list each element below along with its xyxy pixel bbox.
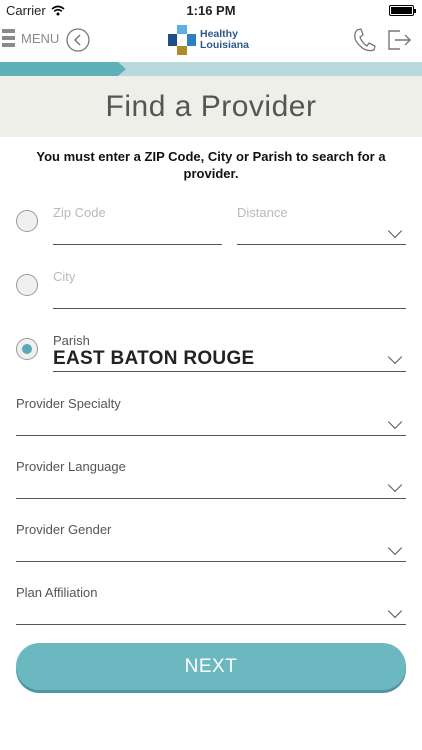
progress-bar: [0, 62, 422, 76]
provider-gender-label: Provider Gender: [16, 522, 112, 537]
zip-code-field[interactable]: Zip Code: [53, 203, 222, 245]
hamburger-icon: [2, 29, 15, 47]
chevron-down-icon: [387, 603, 403, 619]
provider-specialty-select[interactable]: Provider Specialty: [16, 393, 406, 436]
chevron-down-icon: [387, 414, 403, 430]
distance-label: Distance: [237, 205, 288, 220]
plan-affiliation-label: Plan Affiliation: [16, 585, 98, 600]
battery-icon: [389, 5, 416, 16]
provider-specialty-label: Provider Specialty: [16, 396, 121, 411]
chevron-down-icon: [387, 349, 403, 365]
logo-text: Healthy Louisiana: [200, 29, 249, 51]
menu-button[interactable]: MENU: [2, 28, 59, 48]
provider-gender-select[interactable]: Provider Gender: [16, 519, 406, 562]
zip-radio[interactable]: [16, 210, 38, 232]
top-nav: MENU Healthy Louisiana: [0, 22, 422, 60]
status-time: 1:16 PM: [186, 3, 236, 18]
menu-label: MENU: [21, 30, 60, 46]
chevron-down-icon: [387, 223, 403, 239]
parish-value: EAST BATON ROUGE: [53, 348, 255, 369]
city-radio[interactable]: [16, 274, 38, 296]
chevron-down-icon: [387, 477, 403, 493]
page-header: Find a Provider: [0, 76, 422, 137]
parish-radio[interactable]: [16, 338, 38, 360]
chevron-down-icon: [387, 540, 403, 556]
healthy-louisiana-logo: Healthy Louisiana: [168, 25, 249, 55]
status-bar: Carrier 1:16 PM: [0, 0, 422, 22]
logo-cross-icon: [168, 25, 196, 55]
city-label: City: [53, 269, 76, 284]
search-requirement-notice: You must enter a ZIP Code, City or Paris…: [36, 149, 386, 181]
progress-fill: [0, 62, 118, 76]
city-field[interactable]: City: [53, 266, 406, 309]
zip-code-label: Zip Code: [53, 205, 106, 220]
provider-language-select[interactable]: Provider Language: [16, 456, 406, 499]
parish-label: Parish: [53, 333, 90, 348]
back-icon[interactable]: [66, 28, 90, 52]
next-button[interactable]: NEXT: [16, 643, 406, 690]
page-title: Find a Provider: [105, 89, 317, 123]
provider-language-label: Provider Language: [16, 459, 126, 474]
distance-select[interactable]: Distance: [237, 203, 406, 245]
logo-line-2: Louisiana: [200, 39, 250, 51]
progress-arrow: [118, 62, 126, 76]
logout-icon[interactable]: [386, 28, 412, 52]
parish-select[interactable]: Parish EAST BATON ROUGE: [53, 330, 406, 372]
phone-icon[interactable]: [352, 27, 376, 53]
plan-affiliation-select[interactable]: Plan Affiliation: [16, 582, 406, 625]
